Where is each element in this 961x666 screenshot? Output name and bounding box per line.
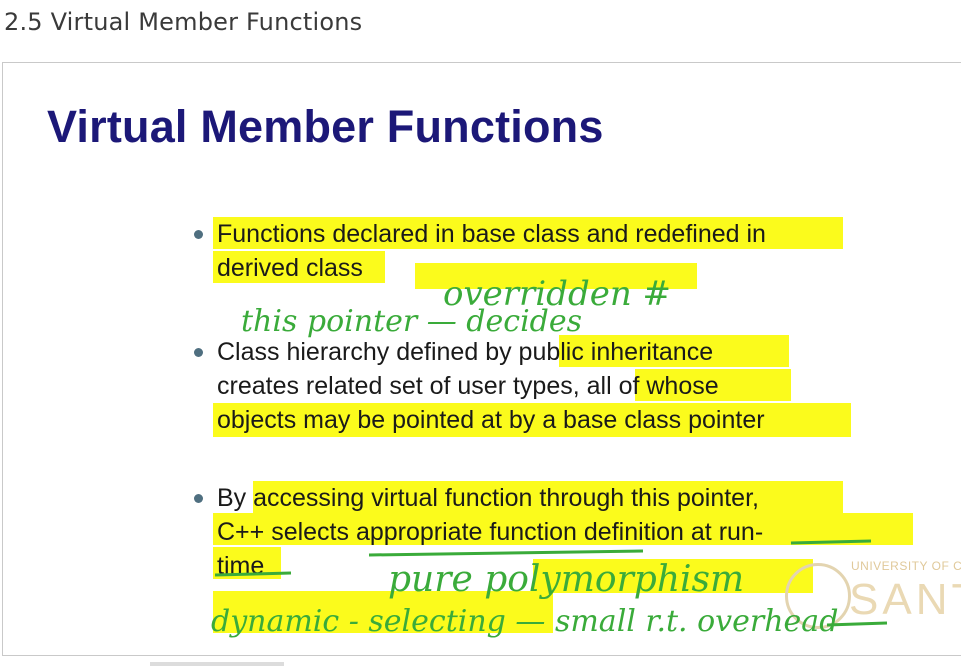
bullet-line: C++ selects appropriate function definit… (217, 518, 764, 546)
bullet-dot (194, 348, 203, 357)
university-seal: UNIVERSITY OF CA SANTA C (785, 555, 961, 635)
bullet-line: By accessing virtual function through th… (217, 484, 759, 512)
bullet-line: Class hierarchy defined by public inheri… (217, 338, 714, 366)
slide-title: Virtual Member Functions (47, 101, 604, 152)
bullet-line: derived class (217, 254, 363, 282)
bullet-dot (194, 494, 203, 503)
bullet-line: objects may be pointed at by a base clas… (217, 406, 765, 434)
ink-underline (368, 549, 644, 557)
bullet-line: time (217, 552, 265, 580)
lecture-slide[interactable]: Virtual Member Functions Functions decla… (2, 62, 961, 656)
highlight (213, 591, 553, 633)
annotation-this-pointer: this pointer — decides (241, 304, 582, 339)
page-heading: 2.5 Virtual Member Functions (4, 8, 363, 36)
seal-emblem-icon (785, 563, 851, 629)
seal-university-text: UNIVERSITY OF CA (851, 559, 961, 573)
bullet-line: Functions declared in base class and red… (217, 220, 766, 248)
scroll-indicator (150, 662, 284, 666)
seal-name-text: SANTA C (849, 575, 961, 624)
highlight (533, 559, 813, 593)
highlight (415, 263, 697, 289)
bullet-dot (194, 230, 203, 239)
bullet-line: creates related set of user types, all o… (217, 372, 719, 400)
